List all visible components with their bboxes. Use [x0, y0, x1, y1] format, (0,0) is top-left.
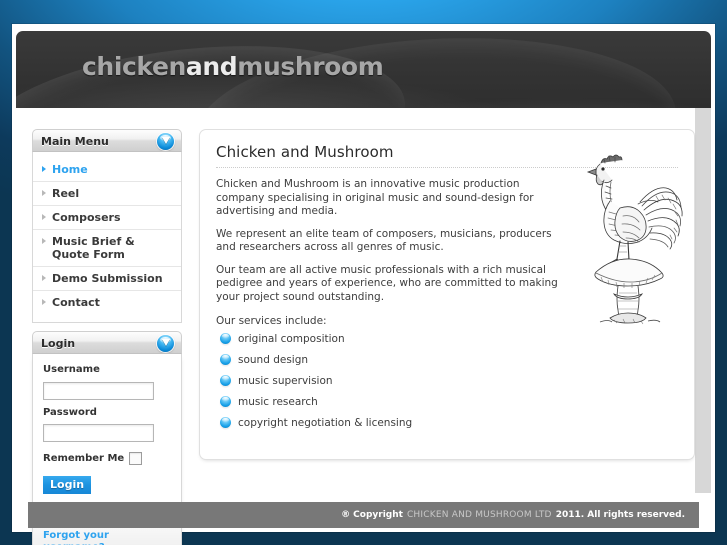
blue-sphere-bullet-icon [220, 354, 231, 365]
module-main-menu-header: Main Menu [32, 129, 182, 152]
list-item: copyright negotiation & licensing [216, 417, 568, 430]
sidebar-item-label: Music Brief & Quote Form [52, 235, 135, 261]
username-input[interactable] [43, 381, 154, 400]
chevron-right-icon [42, 214, 46, 220]
blue-sphere-bullet-icon [220, 333, 231, 344]
service-label: copyright negotiation & licensing [238, 417, 413, 429]
list-item[interactable]: Music Brief & Quote Form [33, 230, 181, 267]
list-item[interactable]: Home [33, 158, 181, 182]
services-list: original composition sound design music … [216, 333, 568, 430]
sidebar: Main Menu Home Reel Composers Music Brie… [32, 129, 182, 545]
paragraph: Chicken and Mushroom is an innovative mu… [216, 178, 534, 217]
circle-down-arrow-icon[interactable] [157, 335, 174, 352]
paragraph: Our team are all active music profession… [216, 263, 558, 303]
chevron-right-icon [42, 299, 46, 305]
list-item: music supervision [216, 375, 568, 388]
service-label: music supervision [238, 375, 333, 387]
down-arrow-glyph [161, 137, 170, 144]
logo-part-and: and [185, 52, 238, 81]
chevron-right-icon [42, 190, 46, 196]
list-item: music research [216, 396, 568, 409]
list-item[interactable]: Contact [33, 291, 181, 314]
footer-bar: ® Copyright CHICKEN AND MUSHROOM LTD 201… [28, 502, 699, 528]
password-label: Password [43, 406, 97, 418]
footer-rights-text: 2011. All rights reserved. [555, 510, 685, 520]
down-arrow-glyph [161, 339, 170, 346]
chevron-right-icon [42, 166, 46, 172]
list-item: original composition [216, 333, 568, 346]
sidebar-item-music-brief-quote-form[interactable]: Music Brief & Quote Form [33, 230, 181, 266]
copyright-symbol: ® [341, 510, 351, 520]
right-gutter [695, 108, 711, 493]
sidebar-item-label: Home [52, 163, 88, 176]
password-input[interactable] [43, 424, 154, 442]
blue-sphere-bullet-icon [220, 375, 231, 386]
logo-part-chicken: chicken [82, 52, 186, 81]
copyright-word: Copyright [353, 510, 403, 520]
sidebar-item-demo-submission[interactable]: Demo Submission [33, 267, 181, 290]
paragraph: We represent an elite team of composers,… [216, 227, 552, 254]
site-logo[interactable]: chickenandmushroom [82, 51, 384, 83]
chevron-right-icon [42, 275, 46, 281]
login-submit-button[interactable]: Login [43, 476, 92, 494]
module-main-menu: Main Menu Home Reel Composers Music Brie… [32, 129, 182, 323]
list-item[interactable]: Composers [33, 206, 181, 230]
footer-company-name: CHICKEN AND MUSHROOM LTD [406, 510, 552, 520]
main-menu-list: Home Reel Composers Music Brief & Quote … [33, 158, 181, 314]
sidebar-item-label: Demo Submission [52, 272, 163, 285]
module-main-menu-body: Home Reel Composers Music Brief & Quote … [32, 152, 182, 323]
sidebar-item-label: Contact [52, 296, 100, 309]
page-background: chickenandmushroom Main Menu Home Reel C… [0, 0, 727, 545]
content-inner: Chicken and Mushroom Chicken and Mushroo… [200, 130, 694, 448]
list-item[interactable]: Reel [33, 182, 181, 206]
module-login-title: Login [41, 337, 76, 350]
module-main-menu-title: Main Menu [41, 135, 109, 148]
service-label: sound design [238, 354, 309, 366]
sidebar-item-label: Composers [52, 211, 121, 224]
chevron-right-icon [42, 238, 46, 244]
list-item[interactable]: Demo Submission [33, 267, 181, 291]
blue-sphere-bullet-icon [220, 417, 231, 428]
blue-sphere-bullet-icon [220, 396, 231, 407]
sidebar-item-reel[interactable]: Reel [33, 182, 181, 205]
body-text: Chicken and Mushroom is an innovative mu… [216, 178, 568, 430]
rooster-on-mushroom-illustration [578, 146, 684, 326]
list-item: sound design [216, 354, 568, 367]
sidebar-item-home[interactable]: Home [33, 158, 181, 181]
service-label: original composition [238, 333, 345, 345]
sidebar-item-composers[interactable]: Composers [33, 206, 181, 229]
sidebar-item-contact[interactable]: Contact [33, 291, 181, 314]
content-panel: Chicken and Mushroom Chicken and Mushroo… [199, 129, 695, 460]
circle-down-arrow-icon[interactable] [157, 133, 174, 150]
services-label: Our services include: [216, 315, 327, 327]
remember-me-label: Remember Me [43, 453, 125, 464]
main-area: Main Menu Home Reel Composers Music Brie… [16, 108, 711, 545]
service-label: music research [238, 396, 318, 408]
site-header-banner: chickenandmushroom [16, 31, 711, 108]
remember-me-row: Remember Me [43, 452, 171, 465]
remember-me-checkbox[interactable] [129, 452, 143, 465]
username-label: Username [43, 364, 100, 375]
sidebar-item-label: Reel [52, 187, 80, 200]
module-login-header: Login [32, 331, 182, 354]
forgot-username-link[interactable]: Forgot your username? [43, 530, 171, 545]
logo-part-mushroom: mushroom [237, 52, 384, 81]
